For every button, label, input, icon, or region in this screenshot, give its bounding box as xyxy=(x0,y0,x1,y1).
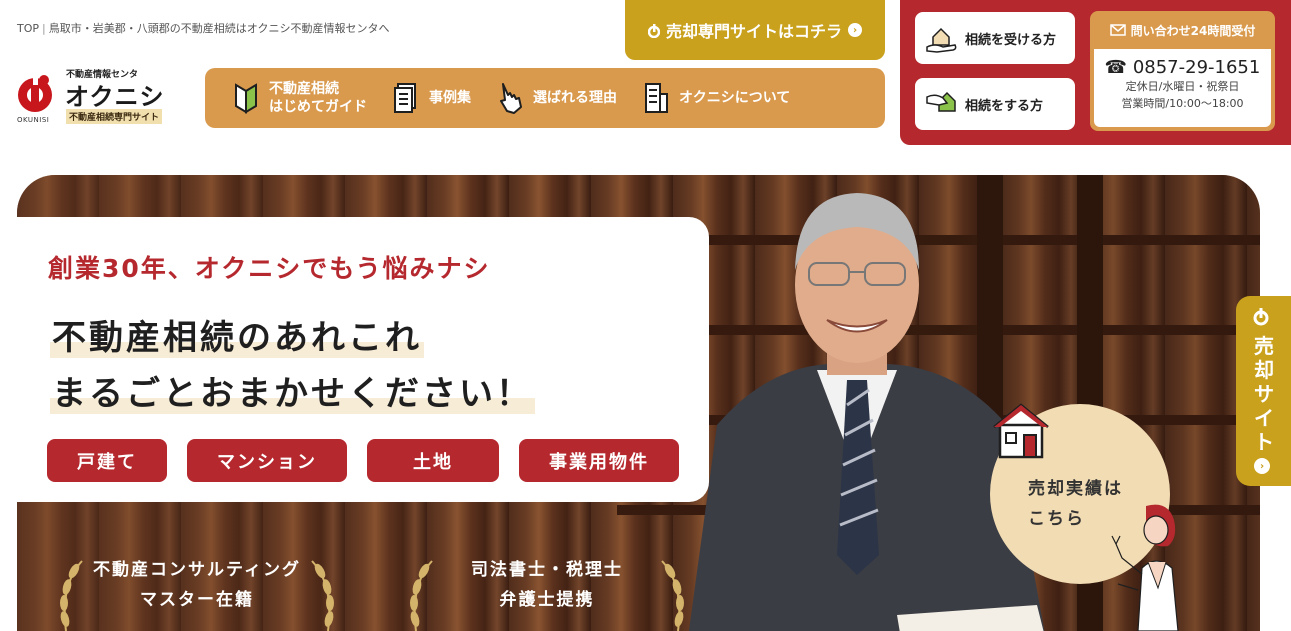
nav-cases-label: 事例集 xyxy=(429,90,471,106)
phone-number[interactable]: ☎ 0857-29-1651 xyxy=(1094,57,1271,78)
give-inheritance-label: 相続をする方 xyxy=(965,98,1044,114)
badge-partners-line2: 弁護士提携 xyxy=(499,590,595,610)
pointing-hand-icon xyxy=(500,83,522,114)
contact-inner: ☎ 0857-29-1651 定休日/水曜日・祝祭日 営業時間/10:00〜18… xyxy=(1094,49,1271,127)
badge-professional-partners: 司法書士・税理士 弁護士提携 xyxy=(402,555,692,631)
chevron-right-icon: › xyxy=(1254,458,1270,474)
site-logo[interactable]: 不動産情報センタ オクニシ 不動産相続専門サイト OKUNISI xyxy=(16,66,176,126)
receive-inheritance-label: 相続を受ける方 xyxy=(965,32,1057,48)
holidays-text: 定休日/水曜日・祝祭日 xyxy=(1125,80,1240,93)
contact-box[interactable]: 問い合わせ24時間受付 ☎ 0857-29-1651 定休日/水曜日・祝祭日 営… xyxy=(1090,11,1275,131)
phone-icon: ☎ xyxy=(1104,57,1128,78)
hero-subheading: 創業30年、オクニシでもう悩みナシ xyxy=(48,254,491,283)
hero-heading-line1: 不動産相続のあれこれ xyxy=(50,310,424,359)
sell-site-label: 売却専門サイトはコチラ xyxy=(665,22,842,41)
contact-title: 問い合わせ24時間受付 xyxy=(1130,23,1256,38)
laurel-left-icon xyxy=(410,560,433,631)
breadcrumb: TOP | 鳥取市・岩美郡・八頭郡の不動産相続はオクニシ不動産情報センタへ xyxy=(17,20,390,36)
give-inheritance-button[interactable]: 相続をする方 xyxy=(915,78,1075,130)
breadcrumb-top-link[interactable]: TOP xyxy=(17,22,39,35)
laurel-left-icon xyxy=(60,560,83,631)
side-tab-label: 売却サイト xyxy=(1254,334,1274,454)
side-sell-site-tab[interactable]: 売却サイト › xyxy=(1236,296,1291,486)
nav-item-about[interactable]: オクニシについて xyxy=(643,81,790,115)
nav-item-guide[interactable]: 不動産相続 はじめてガイド xyxy=(233,80,367,116)
main-nav: 不動産相続 はじめてガイド 事例集 選ばれる理由 オクニシについて xyxy=(205,68,885,128)
breadcrumb-current: 鳥取市・岩美郡・八頭郡の不動産相続はオクニシ不動産情報センタへ xyxy=(48,22,390,35)
document-icon xyxy=(394,83,416,113)
mail-icon xyxy=(1109,24,1126,36)
hero-heading-line2: まるごとおまかせください！ xyxy=(50,366,535,415)
hand-house-receive-icon xyxy=(926,27,957,53)
property-type-mansion-button[interactable]: マンション xyxy=(187,439,347,482)
house-icon xyxy=(993,403,1049,459)
property-type-commercial-button[interactable]: 事業用物件 xyxy=(519,439,679,482)
hours-text: 営業時間/10:00〜18:00 xyxy=(1121,97,1244,110)
hand-house-give-icon xyxy=(926,91,956,112)
building-icon xyxy=(645,83,668,113)
laurel-right-icon xyxy=(311,560,334,631)
property-type-house-button[interactable]: 戸建て xyxy=(47,439,167,482)
receive-inheritance-button[interactable]: 相続を受ける方 xyxy=(915,12,1075,64)
badge-consulting-line2: マスター在籍 xyxy=(140,590,254,610)
badge-consulting-master: 不動産コンサルティング マスター在籍 xyxy=(52,555,342,631)
nav-item-reasons[interactable]: 選ばれる理由 xyxy=(497,81,617,115)
hero-heading-line1-text: 不動産相続のあれこれ xyxy=(50,318,424,358)
sell-site-button[interactable]: 売却専門サイトはコチラ › xyxy=(625,0,885,60)
hero-heading-line2-text: まるごとおまかせください！ xyxy=(50,374,535,414)
property-type-land-button[interactable]: 土地 xyxy=(367,439,499,482)
contact-title-row: 問い合わせ24時間受付 xyxy=(1090,11,1275,49)
guide-woman-illustration xyxy=(1111,504,1179,631)
beginner-mark-icon xyxy=(235,83,257,114)
nav-reasons-label: 選ばれる理由 xyxy=(533,90,617,106)
okunisi-mini-icon xyxy=(1253,308,1269,326)
nav-about-label: オクニシについて xyxy=(679,90,791,106)
nav-item-cases[interactable]: 事例集 xyxy=(393,81,471,115)
okunisi-mini-icon xyxy=(647,24,660,38)
logo-roman: OKUNISI xyxy=(17,116,50,124)
nav-guide-line2: はじめてガイド xyxy=(269,99,367,115)
badge-consulting-line1: 不動産コンサルティング xyxy=(93,560,301,580)
phone-number-text: 0857-29-1651 xyxy=(1132,57,1261,78)
badge-partners-line1: 司法書士・税理士 xyxy=(471,560,623,580)
breadcrumb-separator: | xyxy=(42,22,46,35)
logo-name: オクニシ xyxy=(65,83,165,111)
chevron-right-icon: › xyxy=(848,23,862,37)
logo-tagline: 不動産相続専門サイト xyxy=(66,109,163,124)
laurel-right-icon xyxy=(661,560,684,631)
nav-guide-line1: 不動産相続 xyxy=(269,81,339,97)
